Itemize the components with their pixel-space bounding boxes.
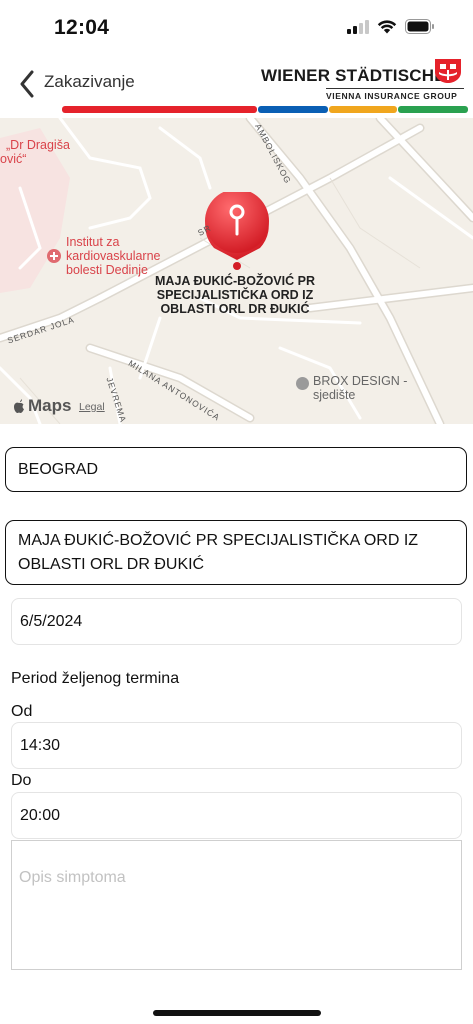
to-time-value: 20:00 bbox=[20, 806, 61, 824]
brand-stripe-blue bbox=[258, 106, 328, 113]
apple-maps-logo[interactable]: Maps bbox=[12, 396, 71, 416]
clinic-value: MAJA ĐUKIĆ-BOŽOVIĆ PR SPECIJALISTIČKA OR… bbox=[18, 531, 419, 573]
brand-stripe-yellow bbox=[329, 106, 397, 113]
map-view[interactable]: „Dr Dragiša ović“ Institut za kardiovask… bbox=[0, 118, 473, 424]
poi-line: kardiovaskularne bbox=[66, 249, 161, 263]
period-label: Period željenog termina bbox=[11, 670, 180, 687]
city-select[interactable]: BEOGRAD bbox=[5, 447, 467, 492]
poi-line: sjedište bbox=[313, 388, 356, 402]
app-header: Zakazivanje WIENER STÄDTISCHE VIENNA INS… bbox=[0, 56, 473, 114]
home-indicator[interactable] bbox=[153, 1010, 321, 1016]
brand-logo: WIENER STÄDTISCHE VIENNA INSURANCE GROUP bbox=[258, 58, 464, 104]
building-icon bbox=[296, 377, 309, 390]
cellular-signal-icon bbox=[347, 19, 369, 34]
wifi-icon bbox=[377, 20, 397, 34]
from-time-field[interactable]: 14:30 bbox=[11, 722, 462, 769]
plus-icon bbox=[50, 252, 58, 260]
date-value: 6/5/2024 bbox=[20, 612, 83, 630]
poi-line: „Dr Dragiša bbox=[6, 138, 70, 152]
map-pin-icon[interactable] bbox=[202, 192, 272, 272]
brand-shield-icon bbox=[435, 59, 461, 83]
maps-label: Maps bbox=[28, 396, 72, 415]
pin-title-line: OBLASTI ORL DR ĐUKIĆ bbox=[160, 302, 310, 316]
status-bar: 12:04 bbox=[0, 0, 473, 56]
map-poi-dr-dragisa[interactable]: „Dr Dragiša ović“ bbox=[0, 138, 70, 166]
brand-stripe-green bbox=[398, 106, 468, 113]
map-pin-title[interactable]: MAJA ĐUKIĆ-BOŽOVIĆ PR SPECIJALISTIČKA OR… bbox=[140, 274, 330, 316]
to-time-field[interactable]: 20:00 bbox=[11, 792, 462, 839]
chevron-left-icon bbox=[20, 70, 34, 98]
brand-subtitle: VIENNA INSURANCE GROUP bbox=[326, 91, 458, 101]
map-poi-institut[interactable]: Institut za kardiovaskularne bolesti Ded… bbox=[47, 235, 161, 277]
from-label: Od bbox=[11, 703, 33, 720]
battery-icon bbox=[405, 19, 434, 34]
poi-line: BROX DESIGN - bbox=[313, 374, 408, 388]
brand-stripe-red bbox=[62, 106, 257, 113]
poi-line: ović“ bbox=[0, 152, 27, 166]
status-icons bbox=[347, 19, 435, 34]
brand-divider bbox=[326, 88, 464, 89]
pin-title-line: MAJA ĐUKIĆ-BOŽOVIĆ PR bbox=[155, 274, 315, 288]
date-field[interactable]: 6/5/2024 bbox=[11, 598, 462, 645]
back-button[interactable] bbox=[10, 66, 44, 102]
hospital-icon bbox=[47, 249, 61, 263]
poi-line: Institut za bbox=[66, 235, 120, 249]
to-label: Do bbox=[11, 772, 32, 789]
symptoms-textarea[interactable] bbox=[11, 840, 462, 970]
legal-link[interactable]: Legal bbox=[79, 401, 105, 413]
brand-name: WIENER STÄDTISCHE bbox=[261, 66, 446, 85]
pin-title-line: SPECIJALISTIČKA ORD IZ bbox=[156, 288, 314, 302]
apple-icon bbox=[14, 399, 24, 413]
city-value: BEOGRAD bbox=[18, 460, 99, 478]
from-time-value: 14:30 bbox=[20, 736, 61, 754]
map-poi-brox[interactable]: BROX DESIGN - sjedište bbox=[296, 374, 407, 402]
status-time: 12:04 bbox=[54, 16, 110, 39]
back-label[interactable]: Zakazivanje bbox=[44, 72, 135, 92]
clinic-select[interactable]: MAJA ĐUKIĆ-BOŽOVIĆ PR SPECIJALISTIČKA OR… bbox=[5, 520, 467, 585]
